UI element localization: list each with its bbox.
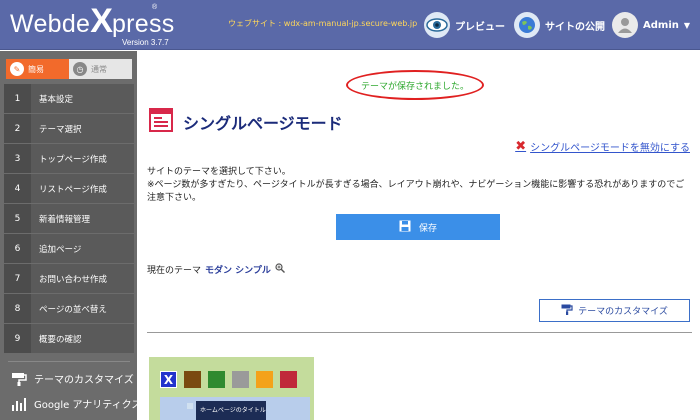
save-button-label: 保存: [418, 223, 437, 234]
current-theme-label: 現在のテーマ: [147, 266, 202, 276]
sidebar-item-page-order[interactable]: 8 ページの並べ替え: [4, 294, 134, 323]
sidebar-item-label: 追加ページ: [39, 244, 82, 255]
close-x-icon: ✖: [515, 139, 527, 154]
sidebar-item-label: 新着情報管理: [39, 214, 91, 225]
step-number: 8: [4, 294, 31, 323]
step-number: 7: [4, 264, 31, 293]
preview-heading-text: ホームページのタイトル: [200, 407, 266, 414]
version-label: Version 3.7.7: [122, 38, 169, 47]
main-content: テーマが保存されました。 シングルページモード ✖ シングルページモードを無効に…: [137, 51, 700, 420]
sidebar-item-label: トップページ作成: [39, 154, 107, 165]
preview-mini-icon: [187, 403, 193, 409]
sidebar-item-label: ページの並べ替え: [39, 304, 107, 315]
sidebar-item-label: 基本設定: [39, 94, 74, 105]
step-number: 9: [4, 324, 31, 353]
step-number: 5: [4, 204, 31, 233]
magnifier-icon[interactable]: [275, 263, 285, 276]
user-avatar-icon: [612, 12, 638, 38]
color-swatch[interactable]: [232, 371, 249, 388]
bar-chart-icon: [10, 397, 28, 411]
step-number: 6: [4, 234, 31, 263]
preview-button[interactable]: プレビュー: [424, 11, 505, 39]
sidebar-item-basic-settings[interactable]: 1 基本設定: [4, 84, 134, 113]
app-logo[interactable]: WebdeXpress ® Version 3.7.7: [10, 4, 175, 47]
page-header: シングルページモード: [149, 108, 343, 135]
save-button[interactable]: 保存: [336, 214, 500, 240]
tab-simple-mode[interactable]: ✎ 簡易: [6, 59, 69, 79]
tab-normal-mode[interactable]: ◷ 通常: [69, 59, 132, 79]
preview-label: プレビュー: [455, 21, 505, 33]
tab-normal-label: 通常: [91, 64, 107, 74]
sidebar-item-overview[interactable]: 9 概要の確認: [4, 324, 134, 353]
paint-roller-icon: [561, 304, 573, 318]
caret-down-icon: ▼: [683, 20, 691, 30]
globe-icon: [514, 12, 540, 38]
step-number: 4: [4, 174, 31, 203]
color-swatch[interactable]: [256, 371, 273, 388]
sidebar-item-top-page[interactable]: 3 トップページ作成: [4, 144, 134, 173]
theme-customize-label: テーマのカスタマイズ: [578, 307, 668, 317]
color-swatch[interactable]: [208, 371, 225, 388]
theme-description: サイトのテーマを選択して下さい。 ※ページ数が多すぎたり、ページタイトルが長すぎ…: [147, 166, 692, 205]
tab-simple-label: 簡易: [28, 64, 44, 74]
admin-menu-button[interactable]: Admin ▼: [612, 11, 690, 39]
disable-single-page-link[interactable]: ✖ シングルページモードを無効にする: [515, 139, 690, 154]
sidebar-analytics-label: Google アナリティクス: [34, 400, 142, 411]
admin-label: Admin: [643, 19, 679, 31]
color-swatch[interactable]: [280, 371, 297, 388]
section-divider: [147, 332, 692, 333]
theme-preview-thumbnail[interactable]: X ホームページのタイトル: [149, 357, 314, 420]
sidebar-item-label: 概要の確認: [39, 334, 82, 345]
header-bar: WebdeXpress ® Version 3.7.7 ウェブサイト : wdx…: [0, 0, 700, 50]
color-swatches: X: [160, 371, 304, 388]
logo-text-post: press: [111, 10, 175, 38]
step-number: 3: [4, 144, 31, 173]
saved-notification: テーマが保存されました。: [346, 70, 484, 100]
sidebar-analytics-link[interactable]: Google アナリティクス: [10, 396, 141, 411]
site-url-text[interactable]: ウェブサイト : wdx-am-manual-jp.secure-web.jp: [228, 18, 417, 29]
eye-icon: [424, 12, 450, 38]
sidebar-theme-customize-link[interactable]: テーマのカスタマイズ: [10, 371, 134, 386]
description-line: サイトのテーマを選択して下さい。: [147, 167, 291, 177]
single-page-icon: [149, 108, 175, 135]
sidebar-item-news[interactable]: 5 新着情報管理: [4, 204, 134, 233]
color-swatch[interactable]: [184, 371, 201, 388]
disable-link-label: シングルページモードを無効にする: [530, 143, 690, 154]
sidebar-item-theme-select[interactable]: 2 テーマ選択: [4, 114, 134, 143]
sidebar: ✎ 簡易 ◷ 通常 1 基本設定 2 テーマ選択 3 トップページ作成 4 リストページ…: [0, 51, 141, 420]
sidebar-item-label: リストページ作成: [39, 184, 107, 195]
sidebar-item-list-page[interactable]: 4 リストページ作成: [4, 174, 134, 203]
color-swatch[interactable]: X: [160, 371, 177, 388]
sidebar-item-label: お問い合わせ作成: [39, 274, 108, 285]
logo-text-x: X: [90, 2, 113, 40]
floppy-disk-icon: [399, 220, 411, 235]
current-theme-row: 現在のテーマ モダン シンプル: [147, 263, 285, 276]
theme-customize-button[interactable]: テーマのカスタマイズ: [539, 299, 690, 322]
step-number: 1: [4, 84, 31, 113]
sidebar-divider: [8, 361, 130, 362]
logo-registered-mark: ®: [152, 4, 158, 11]
paint-roller-icon: [10, 372, 28, 386]
page-title: シングルページモード: [183, 113, 343, 133]
mode-tabs: ✎ 簡易 ◷ 通常: [6, 59, 132, 79]
sidebar-customize-label: テーマのカスタマイズ: [34, 375, 134, 386]
logo-text-pre: Webde: [10, 10, 91, 38]
compass-icon: ◷: [73, 62, 87, 76]
sidebar-item-label: テーマ選択: [39, 124, 82, 135]
publish-label: サイトの公開: [545, 21, 605, 33]
preview-homepage-title: ホームページのタイトル: [187, 401, 266, 420]
description-warning: ※ページ数が多すぎたり、ページタイトルが長すぎる場合、レイアウト崩れや、ナビゲー…: [147, 180, 685, 203]
pencil-icon: ✎: [10, 62, 24, 76]
sidebar-item-add-page[interactable]: 6 追加ページ: [4, 234, 134, 263]
publish-button[interactable]: サイトの公開: [514, 11, 605, 39]
sidebar-item-contact[interactable]: 7 お問い合わせ作成: [4, 264, 134, 293]
sidebar-nav: 1 基本設定 2 テーマ選択 3 トップページ作成 4 リストページ作成 5 新着情報管理…: [4, 84, 134, 354]
step-number: 2: [4, 114, 31, 143]
current-theme-name[interactable]: モダン シンプル: [205, 263, 271, 276]
